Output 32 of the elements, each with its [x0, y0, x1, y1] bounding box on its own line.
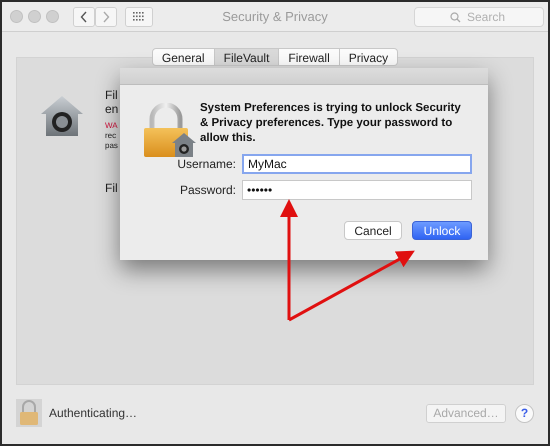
show-all-button[interactable] [125, 6, 153, 26]
status-text: Authenticating… [49, 406, 138, 420]
grid-icon [133, 12, 145, 22]
field-label: Password: [178, 183, 237, 197]
window-title: Security & Privacy [222, 9, 328, 24]
chevron-right-icon [102, 10, 110, 22]
zoom-button[interactable] [46, 10, 59, 23]
chevron-left-icon [80, 10, 88, 22]
lock-button[interactable] [16, 399, 42, 427]
dialog-button[interactable]: Cancel [344, 221, 402, 240]
description-text: WA [105, 121, 118, 131]
help-button[interactable]: ? [515, 404, 534, 422]
input-field[interactable]: •••••• [242, 180, 472, 200]
tab[interactable]: General [152, 48, 215, 66]
input-field[interactable]: MyMac [242, 154, 472, 174]
tab[interactable]: Firewall [279, 48, 340, 66]
description-text: rec [105, 131, 116, 141]
close-button[interactable] [10, 10, 23, 23]
minimize-button[interactable] [28, 10, 41, 23]
dialog-button[interactable]: Unlock [412, 221, 472, 240]
description-text: Fil [105, 181, 118, 195]
description-text: en [105, 102, 118, 116]
tab[interactable]: Privacy [340, 48, 398, 66]
search-icon [450, 12, 461, 22]
description-text: pas [105, 141, 118, 151]
dialog-message: System Preferences is trying to unlock Security & Privacy preferences. Type your password to allow this. [200, 101, 462, 146]
back-button[interactable] [73, 6, 95, 26]
field-label: Username: [176, 157, 237, 171]
tab[interactable]: FileVault [214, 48, 280, 66]
house-vault-icon [39, 94, 85, 138]
search-field[interactable]: Search [414, 6, 544, 26]
description-text: Fil [105, 88, 118, 102]
